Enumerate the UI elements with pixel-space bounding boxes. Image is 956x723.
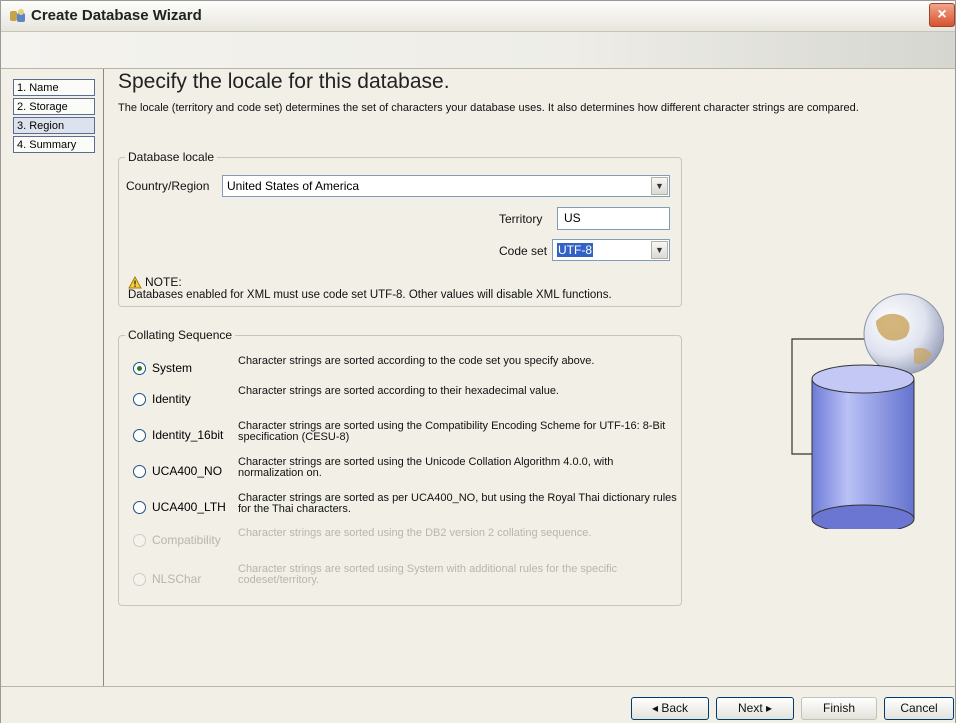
nav-step-label: 1. Name	[17, 82, 59, 94]
title-bar: Create Database Wizard ×	[1, 1, 955, 32]
option-desc-uca400-no: Character strings are sorted using the U…	[238, 456, 614, 479]
radio-label-uca400-lth: UCA400_LTH	[152, 500, 226, 514]
collating-sequence-title: Collating Sequence	[125, 328, 236, 342]
close-button[interactable]: ×	[929, 3, 955, 27]
back-button-label: ◂ Back	[651, 701, 689, 715]
cancel-button[interactable]: Cancel	[884, 697, 954, 720]
code-set-label: Code set	[499, 244, 548, 258]
radio-system[interactable]	[133, 362, 146, 375]
back-button[interactable]: ◂ Back	[631, 697, 709, 720]
wizard-step-nav: 1. Name 2. Storage 3. Region 4. Summary	[1, 69, 104, 686]
window-title: Create Database Wizard	[31, 7, 202, 24]
nav-step-summary[interactable]: 4. Summary	[13, 136, 95, 153]
option-desc-nlschar: Character strings are sorted using Syste…	[238, 563, 618, 586]
database-globe-illustration	[791, 293, 944, 529]
warning-icon	[128, 276, 142, 289]
country-region-label: Country/Region	[126, 179, 210, 193]
radio-label-identity: Identity	[152, 392, 191, 406]
nav-step-label: 4. Summary	[17, 139, 77, 151]
radio-identity-16bit[interactable]	[133, 429, 146, 442]
note-text: Databases enabled for XML must use code …	[128, 289, 612, 301]
radio-nlschar	[133, 573, 146, 586]
option-desc-system: Character strings are sorted according t…	[238, 355, 595, 367]
radio-label-system: System	[152, 361, 193, 375]
nav-step-label: 3. Region	[17, 120, 65, 132]
option-desc-uca400-lth: Character strings are sorted as per UCA4…	[238, 492, 677, 515]
option-desc-identity-16bit: Character strings are sorted using the C…	[238, 420, 666, 443]
radio-uca400-lth[interactable]	[133, 501, 146, 514]
option-desc-identity: Character strings are sorted according t…	[238, 385, 559, 397]
database-locale-title: Database locale	[125, 150, 218, 164]
database-locale-group: Database locale Country/Region United St…	[118, 150, 682, 307]
nav-step-name[interactable]: 1. Name	[13, 79, 95, 96]
header-banner	[1, 32, 955, 69]
content-area: Specify the locale for this database. Th…	[104, 69, 955, 686]
radio-label-uca400-no: UCA400_NO	[152, 464, 223, 478]
note-title: NOTE:	[145, 275, 182, 289]
radio-label-identity-16bit: Identity_16bit	[152, 428, 224, 442]
radio-label-nlschar: NLSChar	[152, 572, 202, 586]
close-icon: ×	[937, 6, 947, 23]
radio-identity[interactable]	[133, 393, 146, 406]
country-region-value: United States of America	[227, 179, 360, 193]
radio-uca400-no[interactable]	[133, 465, 146, 478]
collating-sequence-group: Collating Sequence System Character stri…	[118, 328, 682, 606]
nav-step-region[interactable]: 3. Region	[13, 117, 95, 134]
country-region-select[interactable]: United States of America ▼	[222, 175, 670, 197]
cancel-button-label: Cancel	[900, 701, 938, 715]
territory-label: Territory	[499, 212, 543, 226]
wizard-app-icon	[10, 9, 25, 22]
nav-step-storage[interactable]: 2. Storage	[13, 98, 95, 115]
next-button[interactable]: Next ▸	[716, 697, 794, 720]
code-set-select[interactable]: UTF-8 ▼	[552, 239, 670, 261]
wizard-footer: ◂ Back Next ▸ Finish Cancel	[1, 686, 955, 723]
chevron-down-icon[interactable]: ▼	[651, 241, 668, 259]
code-set-value: UTF-8	[557, 243, 593, 257]
next-button-label: Next ▸	[737, 701, 773, 715]
radio-compatibility	[133, 534, 146, 547]
territory-input[interactable]: US	[557, 207, 670, 230]
chevron-down-icon[interactable]: ▼	[651, 177, 668, 195]
finish-button-label: Finish	[822, 701, 855, 715]
territory-value: US	[564, 211, 581, 225]
option-desc-compatibility: Character strings are sorted using the D…	[238, 527, 592, 539]
finish-button[interactable]: Finish	[801, 697, 877, 720]
page-heading: Specify the locale for this database.	[118, 70, 450, 93]
wizard-window: Create Database Wizard × 1. Name 2. Stor…	[0, 0, 956, 723]
radio-label-compatibility: Compatibility	[152, 533, 221, 547]
page-description: The locale (territory and code set) dete…	[118, 102, 859, 114]
nav-step-label: 2. Storage	[17, 101, 68, 113]
